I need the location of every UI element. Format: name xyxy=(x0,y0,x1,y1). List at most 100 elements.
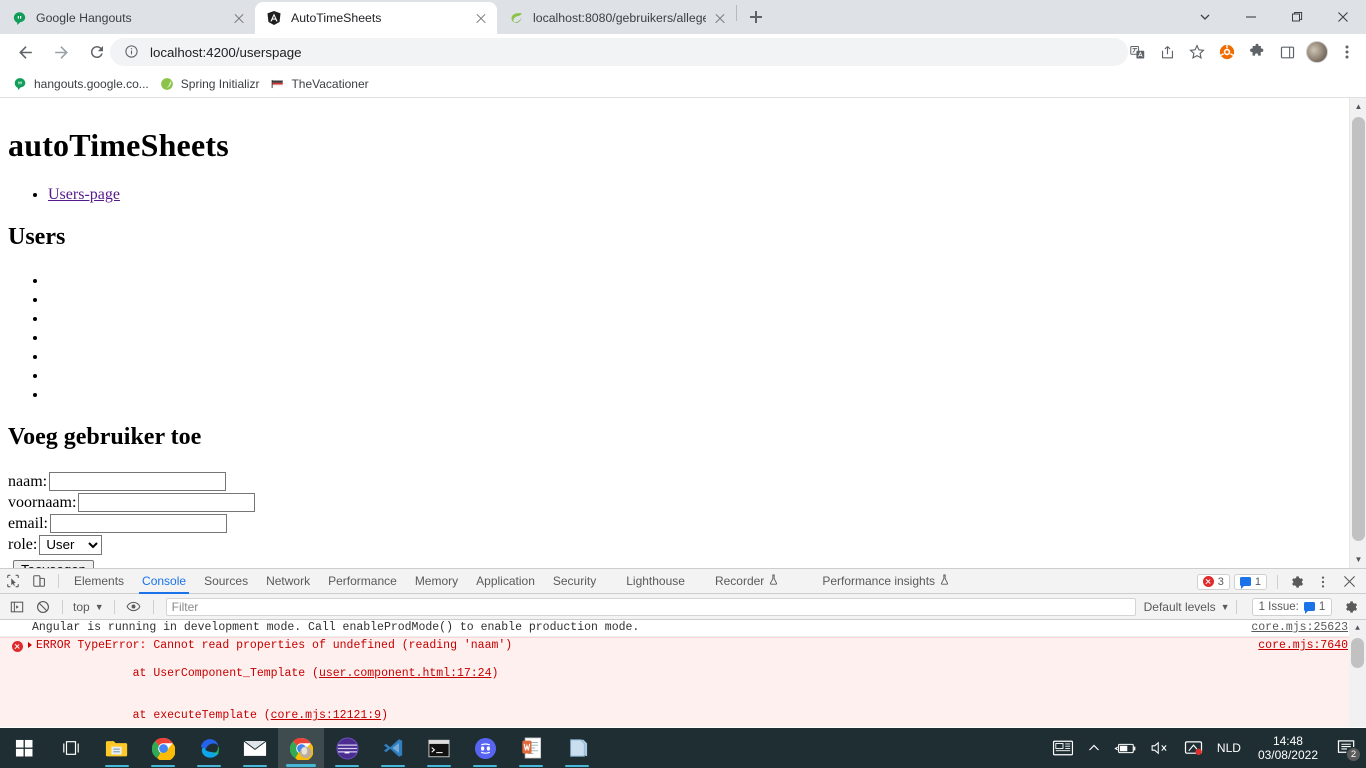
stack-frame-link[interactable]: user.component.html:17:24 xyxy=(319,667,492,680)
log-levels-selector[interactable]: Default levels ▼ xyxy=(1144,600,1230,614)
live-expression-eye-icon[interactable] xyxy=(121,594,147,619)
close-devtools-icon[interactable] xyxy=(1336,569,1362,594)
vscode-icon[interactable] xyxy=(370,728,416,768)
intellij-icon[interactable] xyxy=(324,728,370,768)
close-icon[interactable] xyxy=(231,10,247,26)
devtools-panel: Elements Console Sources Network Perform… xyxy=(0,568,1366,728)
console-filter-input[interactable]: Filter xyxy=(165,597,1136,616)
devtools-tab-performance[interactable]: Performance xyxy=(319,569,406,594)
maximize-icon[interactable] xyxy=(1274,0,1320,34)
show-hidden-icons[interactable] xyxy=(1081,728,1107,768)
browser-tab-autotimesheets[interactable]: AutoTimeSheets xyxy=(255,2,497,34)
notification-center-icon[interactable]: 2 xyxy=(1328,728,1366,768)
console-output[interactable]: Angular is running in development mode. … xyxy=(0,620,1366,727)
device-toolbar-icon[interactable] xyxy=(26,569,52,594)
clear-console-icon[interactable] xyxy=(30,594,56,619)
share-icon[interactable] xyxy=(1152,37,1182,67)
console-context-selector[interactable]: top ▼ xyxy=(69,600,108,614)
forward-icon[interactable] xyxy=(46,37,76,67)
naam-input[interactable] xyxy=(49,472,227,491)
scrollbar-thumb[interactable] xyxy=(1351,638,1364,668)
voornaam-input[interactable] xyxy=(78,493,256,512)
task-view-icon[interactable] xyxy=(48,728,94,768)
close-icon[interactable] xyxy=(473,10,489,26)
bookmark-hangouts[interactable]: hangouts.google.co... xyxy=(12,76,149,92)
field-row-role: role: User Admin xyxy=(8,534,1358,555)
notes-icon[interactable] xyxy=(554,728,600,768)
console-row-info[interactable]: Angular is running in development mode. … xyxy=(0,620,1366,637)
terminal-icon[interactable] xyxy=(416,728,462,768)
scroll-up-icon[interactable]: ▲ xyxy=(1350,98,1366,115)
language-indicator[interactable]: NLD xyxy=(1210,728,1248,768)
console-source-link[interactable]: core.mjs:7640 xyxy=(1258,639,1348,652)
devtools-menu-icon[interactable] xyxy=(1310,569,1336,594)
news-weather-icon[interactable] xyxy=(1045,728,1081,768)
discord-icon[interactable] xyxy=(462,728,508,768)
tab-search-chevron-icon[interactable] xyxy=(1182,0,1228,34)
console-settings-gear-icon[interactable] xyxy=(1338,594,1364,619)
devtools-tab-application[interactable]: Application xyxy=(467,569,544,594)
word-icon[interactable] xyxy=(508,728,554,768)
nav-list: Users-page xyxy=(8,185,1358,204)
start-icon[interactable] xyxy=(0,728,48,768)
reload-icon[interactable] xyxy=(82,37,112,67)
page-scrollbar[interactable]: ▲ ▼ xyxy=(1349,98,1366,568)
devtools-tab-network[interactable]: Network xyxy=(257,569,319,594)
console-sidebar-icon[interactable] xyxy=(4,594,30,619)
expand-arrow-icon[interactable] xyxy=(28,642,32,648)
devtools-tab-recorder[interactable]: Recorder xyxy=(706,569,787,594)
close-window-icon[interactable] xyxy=(1320,0,1366,34)
back-icon[interactable] xyxy=(10,37,40,67)
users-heading: Users xyxy=(8,224,66,250)
scrollbar-thumb[interactable] xyxy=(1352,117,1365,541)
gear-icon[interactable] xyxy=(1284,569,1310,594)
browser-tab-google-hangouts[interactable]: Google Hangouts xyxy=(0,2,255,34)
translate-icon[interactable] xyxy=(1122,37,1152,67)
scroll-down-icon[interactable]: ▼ xyxy=(1350,551,1366,568)
battery-charging-icon[interactable] xyxy=(1107,728,1143,768)
devtools-tab-elements[interactable]: Elements xyxy=(65,569,133,594)
close-icon[interactable] xyxy=(712,10,728,26)
browser-tab-localhost-8080[interactable]: localhost:8080/gebruikers/allege xyxy=(497,2,736,34)
address-bar[interactable]: localhost:4200/userspage xyxy=(110,38,1128,66)
bookmark-thevacationer[interactable]: TheVacationer xyxy=(269,76,369,92)
minimize-icon[interactable] xyxy=(1228,0,1274,34)
bookmark-star-icon[interactable] xyxy=(1182,37,1212,67)
toevoegen-button[interactable]: Toevoegen xyxy=(13,560,95,568)
clock[interactable]: 14:48 03/08/2022 xyxy=(1248,734,1328,762)
devtools-tab-sources[interactable]: Sources xyxy=(195,569,257,594)
extensions-puzzle-icon[interactable] xyxy=(1242,37,1272,67)
error-count-badge[interactable]: 3 xyxy=(1196,573,1230,590)
users-page-link[interactable]: Users-page xyxy=(48,186,120,203)
inspect-element-icon[interactable] xyxy=(0,569,26,594)
bookmark-spring-initializr[interactable]: Spring Initializr xyxy=(159,76,259,92)
issues-button[interactable]: 1 Issue: 1 xyxy=(1251,597,1333,616)
message-count-badge[interactable]: 1 xyxy=(1233,573,1267,590)
console-row-error[interactable]: ERROR TypeError: Cannot read properties … xyxy=(0,637,1366,727)
edge-icon[interactable] xyxy=(186,728,232,768)
chrome-active-icon[interactable] xyxy=(278,728,324,768)
profile-avatar[interactable] xyxy=(1302,37,1332,67)
console-source-link[interactable]: core.mjs:25623 xyxy=(1251,621,1348,634)
devtools-tab-performance-insights[interactable]: Performance insights xyxy=(813,569,958,594)
console-scrollbar[interactable]: ▲ xyxy=(1349,620,1366,727)
file-explorer-icon[interactable] xyxy=(94,728,140,768)
site-info-icon[interactable] xyxy=(124,44,140,60)
chrome-menu-icon[interactable] xyxy=(1332,37,1362,67)
email-input[interactable] xyxy=(49,514,227,533)
side-panel-icon[interactable] xyxy=(1272,37,1302,67)
scroll-up-icon[interactable]: ▲ xyxy=(1349,620,1366,637)
role-select[interactable]: User Admin xyxy=(39,534,103,555)
chrome-icon[interactable] xyxy=(140,728,186,768)
devtools-tab-console[interactable]: Console xyxy=(133,569,195,594)
new-tab-button[interactable] xyxy=(742,3,770,31)
mail-icon[interactable] xyxy=(232,728,278,768)
page-viewport: autoTimeSheets Users-page Users Voeg geb… xyxy=(0,98,1366,568)
devtools-tab-security[interactable]: Security xyxy=(544,569,605,594)
volume-muted-icon[interactable] xyxy=(1143,728,1177,768)
extension-orange-icon[interactable] xyxy=(1212,37,1242,67)
devtools-tab-lighthouse[interactable]: Lighthouse xyxy=(617,569,694,594)
devtools-tab-memory[interactable]: Memory xyxy=(406,569,467,594)
stack-frame-link[interactable]: core.mjs:12121:9 xyxy=(271,709,381,722)
network-warning-icon[interactable] xyxy=(1177,728,1210,768)
